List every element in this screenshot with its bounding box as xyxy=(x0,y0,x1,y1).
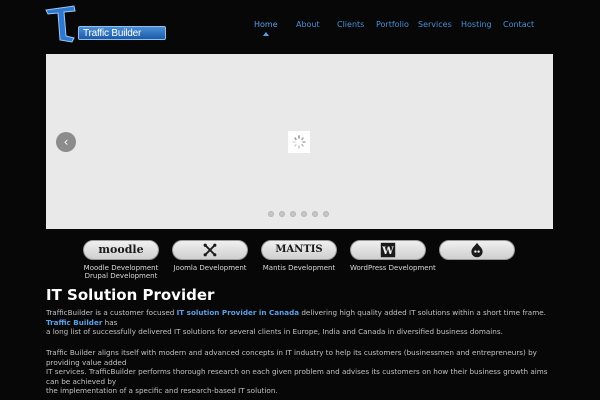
moodle-logo: moodle xyxy=(83,240,159,260)
nav-services[interactable]: Services xyxy=(418,20,452,30)
nav-about[interactable]: About xyxy=(296,20,320,30)
service-moodle-label: Moodle Development xyxy=(83,264,159,272)
loading-spinner-icon xyxy=(288,131,310,153)
slider-dot-3[interactable] xyxy=(290,211,296,217)
chevron-left-icon[interactable]: ‹ xyxy=(56,132,76,152)
nav-portfolio-label: Portfolio xyxy=(376,20,409,29)
drupal-logo xyxy=(439,240,515,260)
service-wordpress[interactable]: W WordPress Development xyxy=(350,240,436,272)
intro-text-b: delivering high quality added IT solutio… xyxy=(299,308,546,317)
nav-contact-label: Contact xyxy=(503,20,535,29)
about-text-c: the implementation of a specific and res… xyxy=(46,386,278,395)
service-joomla[interactable]: Joomla Development xyxy=(172,240,248,272)
intro-text-c: has xyxy=(102,317,118,327)
nav-contact[interactable]: Contact xyxy=(503,20,534,30)
slider-dot-6[interactable] xyxy=(323,211,329,217)
intro-paragraph: TrafficBuilder is a customer focused IT … xyxy=(46,308,556,337)
nav-home[interactable]: Home xyxy=(254,20,278,36)
service-mantis-label: Mantis Development xyxy=(262,264,336,272)
about-text-b: IT services. TrafficBuilder performs tho… xyxy=(46,367,548,386)
nav-clients[interactable]: Clients xyxy=(337,20,364,30)
logo-text: Traffic Builder xyxy=(78,26,166,40)
service-drupal[interactable] xyxy=(439,240,515,260)
page-title: IT Solution Provider xyxy=(46,286,215,304)
slider-dot-5[interactable] xyxy=(312,211,318,217)
wordpress-logo: W xyxy=(350,240,426,260)
about-paragraph: Traffic Builder aligns itself with moder… xyxy=(46,348,556,396)
nav-clients-label: Clients xyxy=(337,20,365,29)
slider-dot-4[interactable] xyxy=(301,211,307,217)
service-mantis[interactable]: MANTIS Mantis Development xyxy=(261,240,337,272)
intro-text-d: a long list of successfully delivered IT… xyxy=(46,327,503,336)
service-drupal-label: Drupal Development xyxy=(84,272,158,280)
service-moodle[interactable]: moodle Moodle Development Drupal Develop… xyxy=(83,240,159,280)
nav-services-label: Services xyxy=(418,20,452,29)
service-wordpress-label: WordPress Development xyxy=(350,264,436,272)
it-solution-link[interactable]: IT solution Provider in Canada xyxy=(177,308,299,317)
nav-about-label: About xyxy=(296,20,320,29)
joomla-logo xyxy=(172,240,248,260)
svg-text:W: W xyxy=(381,245,394,257)
slider-dot-1[interactable] xyxy=(268,211,274,217)
service-joomla-label: Joomla Development xyxy=(173,264,247,272)
site-logo[interactable]: Traffic Builder xyxy=(44,2,168,44)
nav-home-label: Home xyxy=(254,20,278,29)
nav-portfolio[interactable]: Portfolio xyxy=(376,20,409,30)
traffic-builder-link[interactable]: Traffic Builder xyxy=(46,318,102,327)
mantis-logo: MANTIS xyxy=(261,240,337,260)
nav-hosting[interactable]: Hosting xyxy=(461,20,492,30)
image-slider: ‹ xyxy=(46,54,553,229)
nav-hosting-label: Hosting xyxy=(461,20,492,29)
active-caret-icon xyxy=(262,32,269,36)
about-text-a: Traffic Builder aligns itself with moder… xyxy=(46,348,537,367)
slider-dot-2[interactable] xyxy=(279,211,285,217)
intro-text-a: TrafficBuilder is a customer focused xyxy=(46,308,177,317)
